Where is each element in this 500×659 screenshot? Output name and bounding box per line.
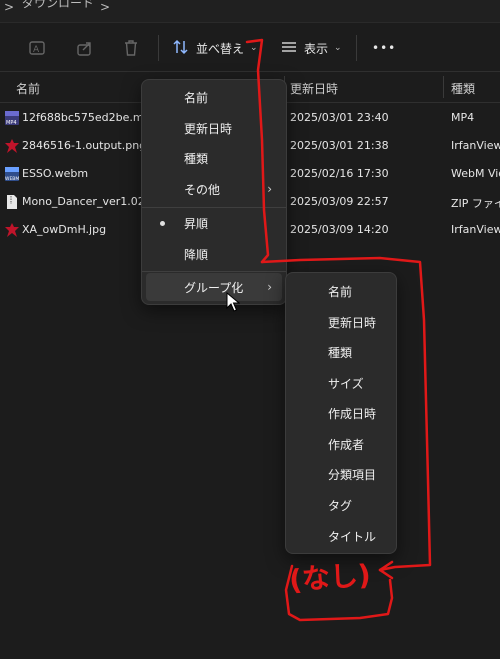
column-header-date[interactable]: 更新日時	[290, 80, 338, 97]
sort-by-name-item[interactable]: 名前	[146, 83, 282, 111]
rename-icon[interactable]: A	[26, 37, 48, 59]
file-name: 12f688bc575ed2be.mp4	[22, 111, 142, 124]
group-by-type-item[interactable]: 種類	[290, 338, 392, 366]
file-type: IrfanView	[451, 139, 500, 152]
breadcrumb-folder[interactable]: ダウンロード	[22, 0, 94, 11]
group-by-tag-item[interactable]: タグ	[290, 491, 392, 519]
file-date: 2025/03/01 23:40	[290, 111, 389, 124]
group-by-submenu: 名前 更新日時 種類 サイズ 作成日時 作成者 分類項目 タグ タイトル	[285, 272, 397, 554]
menu-divider	[142, 207, 286, 208]
sort-by-type-item[interactable]: 種類	[146, 144, 282, 172]
menu-divider	[142, 271, 286, 272]
chevron-down-icon: ⌄	[334, 43, 342, 53]
svg-text:A: A	[33, 45, 40, 55]
delete-icon[interactable]	[120, 37, 142, 59]
webm-file-icon: WEBM	[4, 166, 20, 182]
file-type: MP4	[451, 111, 475, 124]
chevron-right-icon: ›	[267, 280, 272, 294]
group-by-title-item[interactable]: タイトル	[290, 522, 392, 550]
sort-icon	[172, 39, 190, 58]
breadcrumb-separator: >	[100, 0, 111, 14]
title-bar: > ダウンロード >	[0, 0, 500, 23]
group-by-name-item[interactable]: 名前	[290, 277, 392, 305]
toolbar-divider	[356, 35, 357, 61]
sort-more-item[interactable]: その他 ›	[146, 175, 282, 203]
sort-button[interactable]: 並べ替え ⌄	[172, 37, 258, 59]
column-divider[interactable]	[443, 76, 444, 98]
view-button[interactable]: 表示 ⌄	[280, 37, 342, 59]
group-by-author-item[interactable]: 作成者	[290, 430, 392, 458]
zip-file-icon	[4, 194, 20, 210]
command-bar: A 並べ替え ⌄ 表示 ⌄ •••	[0, 25, 500, 72]
mp4-file-icon: MP4	[4, 110, 20, 126]
file-type: IrfanView	[451, 223, 500, 236]
annotation-none-text: (なし)	[288, 558, 372, 597]
file-date: 2025/03/09 14:20	[290, 223, 389, 236]
toolbar-divider	[158, 35, 159, 61]
group-by-created-item[interactable]: 作成日時	[290, 399, 392, 427]
svg-text:WEBM: WEBM	[5, 176, 19, 182]
group-by-size-item[interactable]: サイズ	[290, 369, 392, 397]
column-header-name[interactable]: 名前	[16, 80, 40, 97]
file-date: 2025/03/01 21:38	[290, 139, 389, 152]
sort-menu: 名前 更新日時 種類 その他 › 昇順 降順 グループ化 ›	[141, 79, 287, 305]
group-by-date-item[interactable]: 更新日時	[290, 308, 392, 336]
ascending-item[interactable]: 昇順	[146, 209, 282, 237]
chevron-down-icon: ⌄	[250, 43, 258, 53]
group-by-item[interactable]: グループ化 ›	[146, 273, 282, 301]
file-name: Mono_Dancer_ver1.022	[22, 195, 142, 208]
view-label: 表示	[304, 41, 329, 56]
sort-label: 並べ替え	[196, 41, 245, 56]
selected-dot-icon	[160, 220, 165, 226]
more-options-button[interactable]: •••	[372, 37, 396, 59]
file-name: ESSO.webm	[22, 167, 89, 180]
share-icon[interactable]	[74, 37, 96, 59]
file-date: 2025/03/09 22:57	[290, 195, 389, 208]
view-icon	[280, 40, 298, 57]
irfanview-file-icon	[4, 138, 20, 154]
svg-text:MP4: MP4	[6, 120, 17, 126]
mouse-cursor-icon	[226, 291, 241, 315]
column-header-type[interactable]: 種類	[451, 80, 475, 97]
file-type: ZIP ファイル	[451, 197, 500, 210]
file-name: XA_owDmH.jpg	[22, 223, 107, 236]
breadcrumb-separator: >	[4, 0, 15, 14]
descending-item[interactable]: 降順	[146, 240, 282, 268]
sort-by-date-item[interactable]: 更新日時	[146, 114, 282, 142]
file-date: 2025/02/16 17:30	[290, 167, 389, 180]
group-by-category-item[interactable]: 分類項目	[290, 460, 392, 488]
chevron-right-icon: ›	[267, 182, 272, 196]
more-icon: •••	[372, 41, 397, 55]
file-type: WebM Video	[451, 167, 500, 180]
file-name: 2846516-1.output.png	[22, 139, 142, 152]
irfanview-file-icon	[4, 222, 20, 238]
